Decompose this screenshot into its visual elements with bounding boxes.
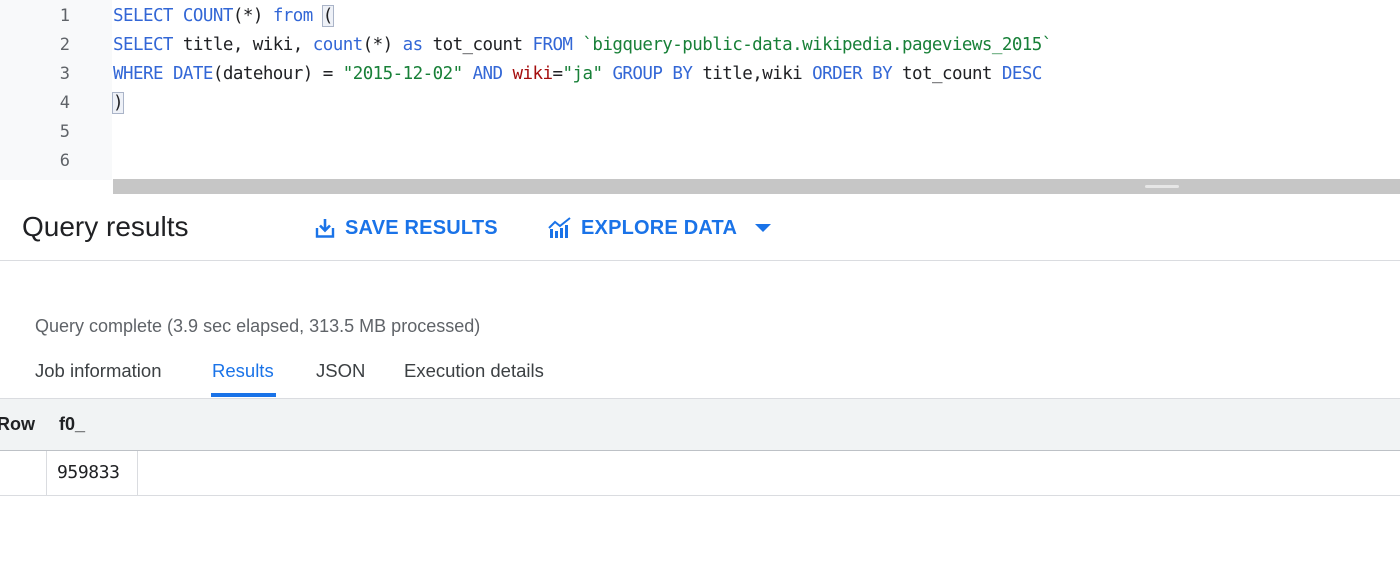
line-number: 4	[59, 93, 70, 113]
save-results-button[interactable]: SAVE RESULTS	[314, 213, 498, 243]
line-number: 3	[59, 64, 70, 84]
query-status: Query complete (3.9 sec elapsed, 313.5 M…	[35, 316, 481, 336]
line-number: 1	[59, 6, 70, 26]
table-header: Row f0_	[0, 398, 1400, 451]
drag-handle-icon[interactable]	[1145, 185, 1179, 188]
active-tab-indicator	[211, 393, 276, 397]
tab-results[interactable]: Results	[212, 359, 274, 383]
download-icon	[314, 217, 336, 239]
tab-json[interactable]: JSON	[316, 359, 365, 383]
chart-icon	[548, 217, 572, 239]
header-divider	[0, 260, 1400, 261]
line-number-gutter: 1 2 3 4 5 6 7	[0, 0, 112, 180]
resize-splitter[interactable]	[113, 179, 1400, 194]
save-results-label: SAVE RESULTS	[345, 216, 498, 239]
column-header-row: Row	[0, 414, 35, 434]
explore-data-button[interactable]: EXPLORE DATA	[548, 213, 772, 243]
sql-editor[interactable]: 1 2 3 4 5 6 7 SELECT COUNT(*) from ( SEL…	[0, 0, 1400, 180]
line-number: 6	[59, 151, 70, 171]
line-number: 7	[0, 176, 70, 180]
caret-down-icon[interactable]	[754, 223, 772, 233]
code-line: WHERE DATE(datehour) = "2015-12-02" AND …	[113, 64, 1042, 84]
row-number-cell	[0, 451, 47, 495]
line-number: 2	[59, 35, 70, 55]
tab-job-information[interactable]: Job information	[35, 359, 161, 383]
results-title: Query results	[22, 211, 189, 242]
code-line: SELECT COUNT(*) from (	[113, 5, 334, 27]
explore-data-label: EXPLORE DATA	[581, 216, 738, 239]
matched-paren: )	[112, 92, 124, 114]
f0-cell: 959833	[47, 451, 138, 495]
code-line: SELECT title, wiki, count(*) as tot_coun…	[113, 35, 1052, 55]
code-line: )	[112, 89, 124, 118]
results-tabs: Job information Results JSON Execution d…	[0, 354, 1400, 398]
matched-paren: (	[321, 5, 334, 27]
table-row[interactable]: 959833	[0, 451, 1400, 496]
column-header-f0: f0_	[59, 414, 86, 434]
tab-execution-details[interactable]: Execution details	[404, 359, 544, 383]
line-number: 5	[59, 122, 70, 142]
